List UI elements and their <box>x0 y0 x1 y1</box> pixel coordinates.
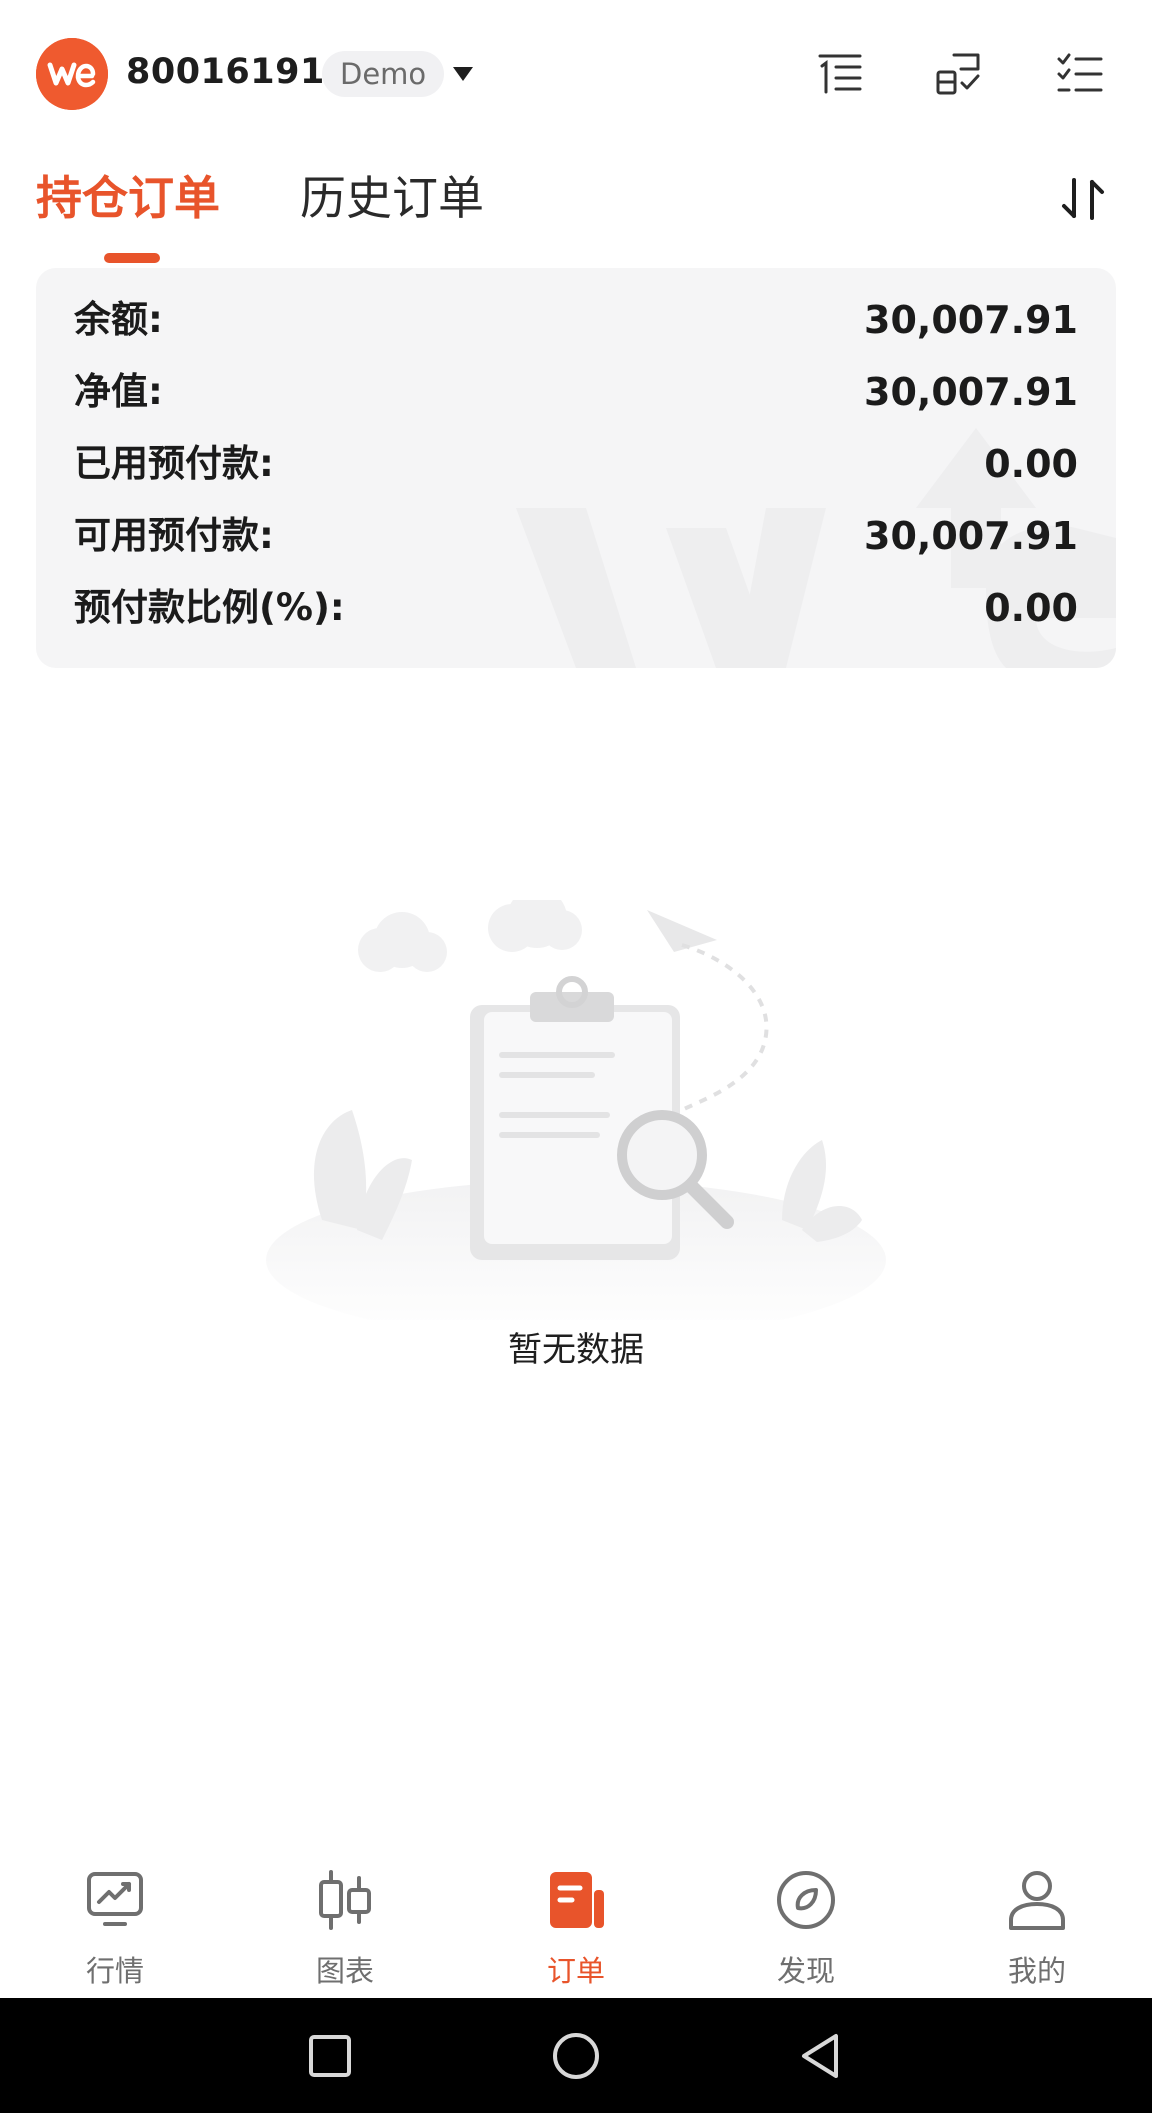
market-chart-icon <box>83 1868 147 1932</box>
summary-row-free-margin: 可用预付款: 30,007.91 <box>74 508 1078 564</box>
empty-clipboard-icon <box>266 900 886 1320</box>
nav-item-market[interactable]: 行情 <box>0 1836 230 1998</box>
summary-value: 30,007.91 <box>864 514 1078 558</box>
recent-apps-icon[interactable] <box>302 2028 358 2084</box>
summary-value: 0.00 <box>984 586 1078 630</box>
nav-label: 行情 <box>85 1954 144 1988</box>
summary-label: 已用预付款: <box>74 442 274 485</box>
tab-open-positions[interactable]: 持仓订单 <box>36 168 220 228</box>
tab-history-orders[interactable]: 历史订单 <box>300 168 484 228</box>
compass-icon <box>774 1868 838 1932</box>
user-icon <box>1005 1868 1069 1932</box>
nav-item-profile[interactable]: 我的 <box>922 1836 1152 1998</box>
nav-label: 发现 <box>776 1954 835 1988</box>
active-tab-indicator <box>104 253 160 263</box>
summary-row-equity: 净值: 30,007.91 <box>74 364 1078 420</box>
system-nav-bar <box>0 1998 1152 2113</box>
summary-row-margin-level: 预付款比例(%): 0.00 <box>74 580 1078 636</box>
summary-value: 30,007.91 <box>864 298 1078 342</box>
candlestick-icon <box>313 1868 377 1932</box>
account-id[interactable]: 800161918 <box>126 52 350 92</box>
account-dropdown-icon[interactable] <box>452 66 474 82</box>
summary-row-used-margin: 已用预付款: 0.00 <box>74 436 1078 492</box>
summary-label: 余额: <box>74 298 163 341</box>
header: 800161918 Demo <box>0 0 1152 150</box>
order-confirm-icon[interactable] <box>934 50 982 98</box>
bottom-nav: 行情 图表 订单 发现 我的 <box>0 1836 1152 1998</box>
back-icon[interactable] <box>794 2028 850 2084</box>
order-icon <box>544 1868 608 1932</box>
checklist-icon[interactable] <box>1056 50 1104 98</box>
nav-item-chart[interactable]: 图表 <box>230 1836 460 1998</box>
sort-icon[interactable] <box>1058 174 1108 224</box>
demo-badge: Demo <box>322 51 445 97</box>
summary-row-balance: 余额: 30,007.91 <box>74 292 1078 348</box>
summary-label: 可用预付款: <box>74 514 274 557</box>
account-summary-card: 余额: 30,007.91 净值: 30,007.91 已用预付款: 0.00 … <box>36 268 1116 668</box>
summary-label: 净值: <box>74 370 163 413</box>
nav-label: 图表 <box>315 1954 374 1988</box>
nav-item-discover[interactable]: 发现 <box>691 1836 921 1998</box>
home-icon[interactable] <box>548 2028 604 2084</box>
nav-label: 订单 <box>546 1954 605 1988</box>
summary-value: 30,007.91 <box>864 370 1078 414</box>
nav-label: 我的 <box>1007 1954 1066 1988</box>
nav-item-orders[interactable]: 订单 <box>461 1836 691 1998</box>
summary-label: 预付款比例(%): <box>74 586 345 629</box>
summary-value: 0.00 <box>984 442 1078 486</box>
list-indent-icon[interactable] <box>816 50 864 98</box>
brand-logo <box>36 38 108 110</box>
empty-state-text: 暂无数据 <box>508 1330 644 1370</box>
